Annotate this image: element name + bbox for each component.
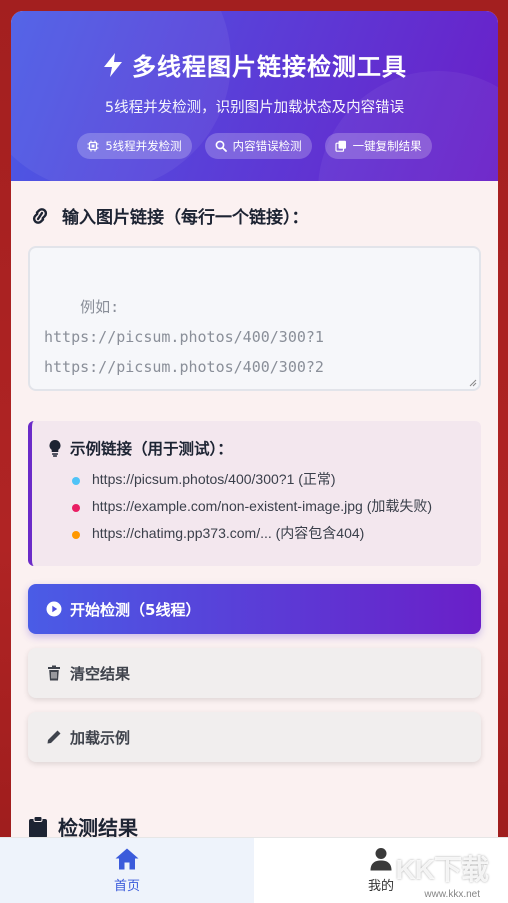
clear-results-button[interactable]: 清空结果: [28, 648, 481, 698]
start-check-button[interactable]: 开始检测（5线程）: [28, 584, 481, 634]
textarea-placeholder: 例如: https://picsum.photos/400/300?1 http…: [44, 298, 423, 389]
input-section-label: 输入图片链接（每行一个链接）：: [28, 203, 481, 228]
watermark-url: www.kkx.net: [424, 889, 480, 900]
nav-item-home[interactable]: 首页: [0, 838, 254, 903]
list-item: https://example.com/non-existent-image.j…: [72, 498, 465, 515]
app-subtitle: 5线程并发检测，识别图片加载状态及内容错误: [104, 100, 405, 116]
load-example-label: 加载示例: [70, 728, 131, 747]
header-banner: 多线程图片链接检测工具 5线程并发检测，识别图片加载状态及内容错误 5线程并发检…: [11, 11, 498, 181]
main-card: 多线程图片链接检测工具 5线程并发检测，识别图片加载状态及内容错误 5线程并发检…: [11, 11, 498, 903]
nav-label-mine: 我的: [367, 879, 394, 894]
clear-results-label: 清空结果: [70, 664, 131, 683]
list-item: https://picsum.photos/400/300?1 (正常): [72, 471, 465, 488]
chip-multithread: 5线程并发检测: [77, 133, 192, 159]
home-icon: [115, 848, 139, 870]
example-links-box: 示例链接（用于测试）： https://picsum.photos/400/30…: [28, 421, 481, 566]
link-icon: [32, 207, 48, 224]
start-check-label: 开始检测（5线程）: [70, 600, 201, 619]
trash-icon: [48, 665, 60, 681]
chip-content-error: 内容错误检测: [204, 133, 312, 159]
examples-title-text: 示例链接（用于测试）：: [70, 440, 233, 458]
lightbulb-icon: [49, 440, 61, 457]
app-title-text: 多线程图片链接检测工具: [132, 53, 407, 81]
chip-label: 内容错误检测: [232, 139, 302, 153]
user-icon: [370, 848, 392, 871]
resize-handle-icon[interactable]: [469, 379, 477, 387]
chip-label: 5线程并发检测: [105, 139, 182, 153]
input-section-label-text: 输入图片链接（每行一个链接）：: [62, 208, 309, 228]
lightning-icon: [104, 52, 122, 77]
app-title: 多线程图片链接检测工具: [11, 11, 498, 82]
example-list: https://picsum.photos/400/300?1 (正常) htt…: [48, 471, 465, 542]
status-dot-normal: [72, 477, 80, 485]
chip-label: 一键复制结果: [352, 139, 422, 153]
links-textarea[interactable]: 例如: https://picsum.photos/400/300?1 http…: [28, 246, 481, 391]
play-circle-icon: [46, 601, 62, 617]
status-dot-404: [72, 531, 80, 539]
example-link-text: https://chatimg.pp373.com/... (内容包含404): [92, 525, 365, 541]
chip-copy: 一键复制结果: [324, 133, 432, 159]
copy-icon: [335, 140, 346, 152]
feature-chips: 5线程并发检测 内容错误检测 一键复制结果: [11, 133, 498, 159]
status-dot-failed: [72, 504, 80, 512]
example-link-text: https://example.com/non-existent-image.j…: [92, 498, 433, 514]
watermark-logo: KK下载: [395, 854, 489, 885]
pencil-icon: [47, 730, 61, 744]
clipboard-icon: [29, 815, 47, 838]
nav-label-home: 首页: [113, 879, 140, 894]
example-link-text: https://picsum.photos/400/300?1 (正常): [92, 471, 336, 487]
cpu-icon: [87, 140, 99, 152]
examples-title: 示例链接（用于测试）：: [48, 437, 465, 459]
list-item: https://chatimg.pp373.com/... (内容包含404): [72, 525, 465, 542]
search-icon: [215, 140, 227, 152]
load-example-button[interactable]: 加载示例: [28, 712, 481, 762]
